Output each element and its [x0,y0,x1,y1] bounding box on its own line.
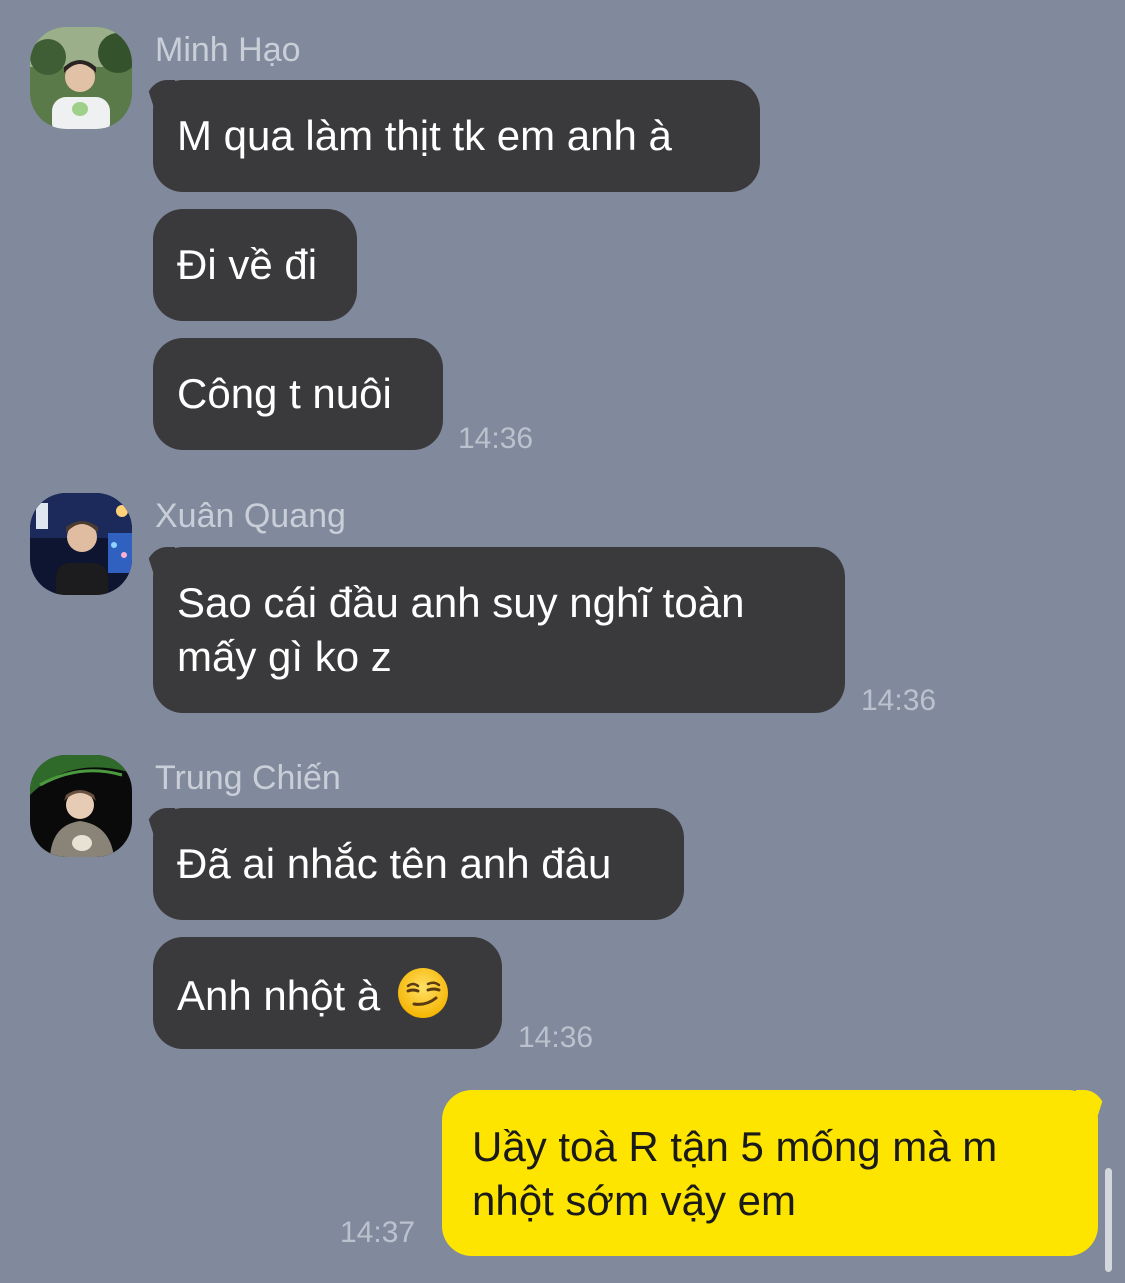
message-bubble[interactable]: Đã ai nhắc tên anh đâu [153,808,684,920]
message-timestamp: 14:36 [458,422,534,455]
avatar-trung-chien[interactable] [30,755,132,857]
message-bubble[interactable]: M qua làm thịt tk em anh à [153,80,760,192]
message-bubble[interactable]: Anh nhột à [153,937,502,1049]
message-timestamp: 14:36 [518,1021,594,1054]
message-bubble-outgoing[interactable]: Uầy toà R tận 5 mống mà m nhột sớm vậy e… [442,1090,1098,1256]
sender-name: Xuân Quang [155,497,346,535]
message-text-line: Uầy toà R tận 5 mống mà m [472,1123,998,1170]
message-timestamp: 14:36 [861,684,937,717]
message-bubble[interactable]: Công t nuôi [153,338,443,450]
avatar-minh-hao[interactable] [30,27,132,129]
chat-area[interactable]: Minh Hạo M qua làm thịt tk em anh à Đi v… [0,0,1125,1283]
message-text: Anh nhột à [177,972,381,1019]
message-bubble[interactable]: Sao cái đầu anh suy nghĩ toàn mấy gì ko … [153,547,845,713]
smirking-face-emoji [396,966,450,1020]
message-text: Đi về đi [177,241,318,288]
message-timestamp: 14:37 [340,1216,416,1249]
message-text: Công t nuôi [177,370,392,417]
sender-name: Trung Chiến [155,759,341,797]
message-text-line: Sao cái đầu anh suy nghĩ toàn [177,579,745,626]
message-bubble[interactable]: Đi về đi [153,209,357,321]
message-text: Đã ai nhắc tên anh đâu [177,840,612,887]
sender-name: Minh Hạo [155,31,301,69]
avatar-xuan-quang[interactable] [30,493,132,595]
message-text: M qua làm thịt tk em anh à [177,112,672,159]
message-text-line: mấy gì ko z [177,633,392,680]
message-text-line: nhột sớm vậy em [472,1177,796,1224]
scrollbar[interactable] [1105,1168,1112,1272]
